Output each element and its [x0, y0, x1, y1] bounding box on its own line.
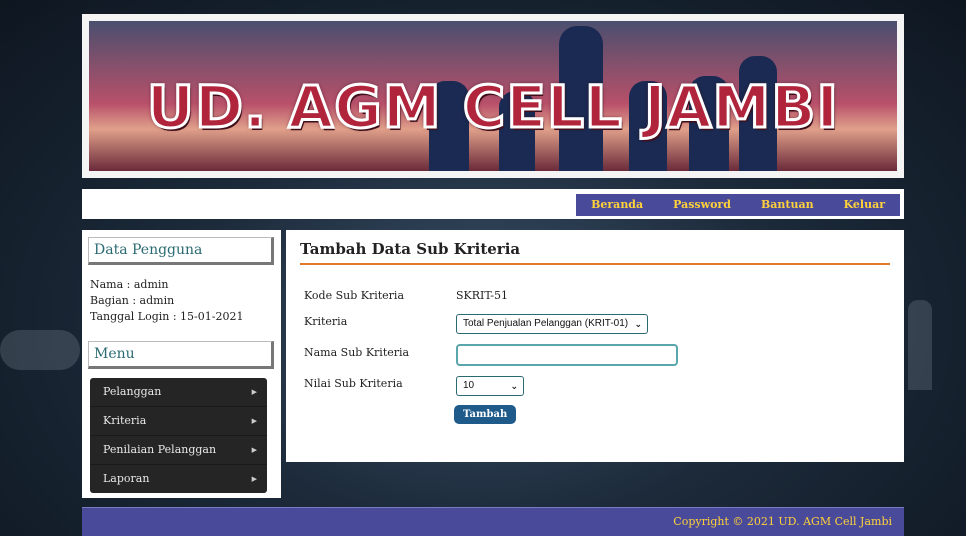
- nilai-label: Nilai Sub Kriteria: [304, 377, 403, 390]
- nav-password-link[interactable]: Password: [658, 194, 746, 216]
- kriteria-label: Kriteria: [304, 315, 348, 328]
- top-navbar: Beranda Password Bantuan Keluar: [82, 189, 904, 219]
- menu-item-label: Laporan: [103, 472, 150, 485]
- chevron-down-icon: ⌄: [634, 319, 642, 329]
- caret-right-icon: ▶: [251, 446, 257, 454]
- caret-right-icon: ▶: [251, 388, 257, 396]
- page-title: Tambah Data Sub Kriteria: [300, 240, 521, 258]
- kode-label: Kode Sub Kriteria: [304, 289, 405, 302]
- user-role: Bagian : admin: [90, 294, 175, 307]
- caret-right-icon: ▶: [251, 475, 257, 483]
- user-data-heading: Data Pengguna: [88, 237, 274, 265]
- banner-image: UD. AGM CELL JAMBI: [89, 21, 897, 171]
- menu-item-label: Penilaian Pelanggan: [103, 443, 217, 456]
- nav-bantuan-link[interactable]: Bantuan: [745, 194, 829, 216]
- tambah-button[interactable]: Tambah: [454, 405, 517, 424]
- header-banner: UD. AGM CELL JAMBI: [82, 14, 904, 178]
- nama-sub-kriteria-input[interactable]: [456, 344, 678, 366]
- user-name: Nama : admin: [90, 278, 169, 291]
- chevron-down-icon: ⌄: [510, 381, 518, 391]
- nama-label: Nama Sub Kriteria: [304, 346, 410, 359]
- menu-heading: Menu: [88, 341, 274, 369]
- sidebar: Data Pengguna Nama : admin Bagian : admi…: [82, 230, 281, 498]
- menu-item-label: Kriteria: [103, 414, 147, 427]
- nav-beranda-link[interactable]: Beranda: [576, 194, 659, 216]
- footer: Copyright © 2021 UD. AGM Cell Jambi: [82, 507, 904, 536]
- background-figure: [908, 300, 932, 390]
- kriteria-selected-value: Total Penjualan Pelanggan (KRIT-01): [463, 318, 629, 329]
- copyright-text: Copyright © 2021 UD. AGM Cell Jambi: [673, 515, 892, 528]
- background-figure: [0, 330, 80, 370]
- kode-value: SKRIT-51: [456, 289, 509, 302]
- nav-keluar-link[interactable]: Keluar: [828, 194, 900, 216]
- kriteria-select[interactable]: Total Penjualan Pelanggan (KRIT-01) ⌄: [456, 314, 648, 334]
- nav-links: Beranda Password Bantuan Keluar: [576, 194, 900, 216]
- login-date: Tanggal Login : 15-01-2021: [90, 310, 244, 323]
- main-content: Tambah Data Sub Kriteria Kode Sub Kriter…: [286, 230, 904, 462]
- menu-item-kriteria[interactable]: Kriteria ▶: [90, 407, 267, 436]
- banner-title: UD. AGM CELL JAMBI: [145, 72, 840, 143]
- title-divider: [300, 263, 890, 265]
- nilai-select[interactable]: 10 ⌄: [456, 376, 524, 396]
- user-info: Nama : admin Bagian : admin Tanggal Logi…: [90, 277, 243, 325]
- nilai-selected-value: 10: [463, 380, 475, 391]
- menu-item-laporan[interactable]: Laporan ▶: [90, 465, 267, 493]
- caret-right-icon: ▶: [251, 417, 257, 425]
- menu-item-label: Pelanggan: [103, 385, 162, 398]
- side-menu: Pelanggan ▶ Kriteria ▶ Penilaian Pelangg…: [90, 378, 267, 493]
- menu-item-penilaian-pelanggan[interactable]: Penilaian Pelanggan ▶: [90, 436, 267, 465]
- menu-item-pelanggan[interactable]: Pelanggan ▶: [90, 378, 267, 407]
